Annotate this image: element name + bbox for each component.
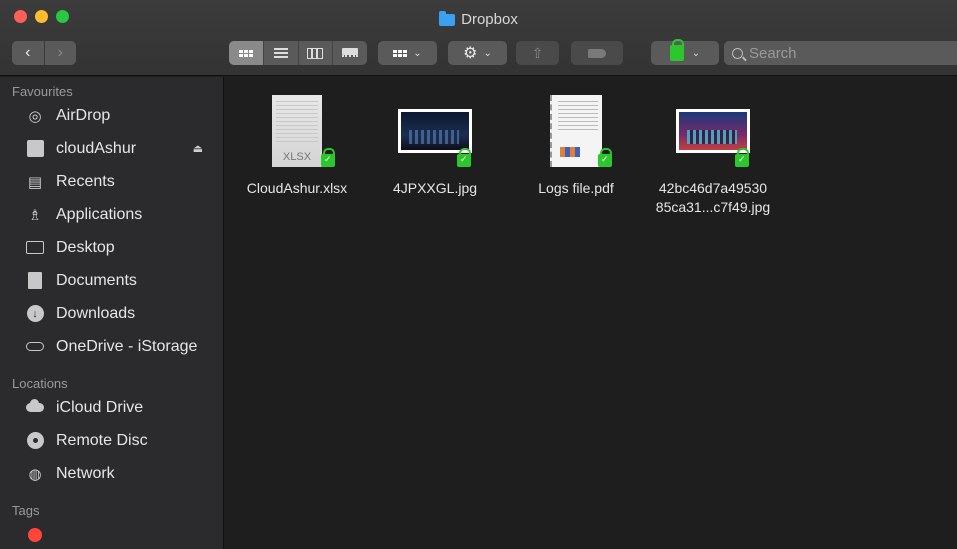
sidebar-item-recents[interactable]: ▤ Recents: [0, 165, 223, 198]
eject-icon[interactable]: ⏏: [193, 142, 203, 155]
documents-icon: [26, 272, 44, 290]
columns-icon: [307, 47, 324, 59]
city-night-photo-thumbnail: [398, 109, 472, 153]
chevron-down-icon: ⌄: [691, 47, 701, 59]
sidebar-item-label: Applications: [56, 205, 143, 223]
forward-button[interactable]: ›: [43, 41, 77, 65]
chevron-right-icon: ›: [57, 44, 63, 61]
sidebar-item-remote-disc[interactable]: Remote Disc: [0, 424, 223, 457]
sidebar-item-label: Downloads: [56, 304, 136, 322]
chevron-left-icon: ‹: [25, 44, 31, 61]
file-item-logs-file-pdf[interactable]: Logs file.pdf: [506, 87, 646, 198]
gallery-view-button[interactable]: [332, 41, 367, 65]
search-field[interactable]: [724, 41, 957, 65]
section-header-tags: Tags: [12, 503, 40, 518]
sidebar-item-applications[interactable]: ♗ Applications: [0, 198, 223, 231]
encryption-lock-button[interactable]: ⌄: [651, 39, 719, 65]
gallery-icon: [342, 47, 359, 59]
encrypted-lock-badge-icon: [321, 148, 335, 167]
sidebar-item-label: Desktop: [56, 238, 115, 256]
disc-icon: [26, 432, 44, 450]
file-thumbnail: [643, 87, 783, 175]
file-name-line2: 85ca31...c7f49.jpg: [655, 199, 771, 215]
search-icon: [732, 47, 743, 59]
list-view-button[interactable]: [262, 41, 298, 65]
file-item-cloudashur-xlsx[interactable]: XLSX CloudAshur.xlsx: [227, 87, 367, 198]
window-title: Dropbox: [0, 10, 957, 28]
city-sunset-photo-thumbnail: [676, 109, 750, 153]
section-header-locations: Locations: [12, 376, 68, 391]
file-thumbnail: XLSX: [227, 87, 367, 175]
network-icon: ◍: [28, 465, 42, 483]
icon-view-button[interactable]: [229, 41, 263, 65]
folder-icon: [439, 10, 456, 26]
file-browser: XLSX CloudAshur.xlsx 4JPXXGL.jpg Logs fi…: [225, 77, 957, 549]
file-name: CloudAshur.xlsx: [246, 180, 348, 196]
share-button[interactable]: ⇧: [516, 41, 559, 65]
column-view-button[interactable]: [297, 41, 333, 65]
encrypted-lock-badge-icon: [457, 148, 471, 167]
sidebar-item-icloud-drive[interactable]: iCloud Drive: [0, 391, 223, 424]
window-title-text: Dropbox: [461, 11, 518, 28]
grid-icon: [238, 49, 253, 57]
sidebar-item-desktop[interactable]: Desktop: [0, 231, 223, 264]
file-item-42bc46-jpg[interactable]: 42bc46d7a49530 85ca31...c7f49.jpg: [643, 87, 783, 217]
sidebar-item-label: cloudAshur: [56, 139, 137, 157]
sidebar-item-label: Remote Disc: [56, 431, 148, 449]
sidebar-item-label: OneDrive - iStorage: [56, 337, 198, 355]
airdrop-icon: ◎: [28, 107, 42, 125]
gear-icon: ⚙: [463, 45, 478, 62]
file-thumbnail: [506, 87, 646, 175]
share-icon: ⇧: [531, 44, 544, 61]
section-header-favourites: Favourites: [12, 84, 73, 99]
tag-icon: [588, 48, 606, 58]
nav-buttons: ‹ ›: [12, 41, 76, 65]
file-name-line1: 42bc46d7a49530: [658, 180, 768, 196]
sidebar-item-tag-red[interactable]: [0, 518, 223, 549]
chevron-down-icon: ⌄: [483, 47, 492, 59]
file-name: Logs file.pdf: [538, 180, 614, 196]
view-mode-group: [229, 41, 367, 65]
list-icon: [273, 48, 288, 58]
sidebar-item-airdrop[interactable]: ◎ AirDrop: [0, 99, 223, 132]
unlocked-padlock-icon: [669, 39, 684, 61]
toolbar: Dropbox ‹ › ⌄ ⚙ ⌄ ⇧ ⌄: [0, 0, 957, 76]
arrange-button[interactable]: ⌄: [378, 41, 437, 65]
sidebar-item-label: Network: [56, 464, 115, 482]
sidebar-item-documents[interactable]: Documents: [0, 264, 223, 297]
back-button[interactable]: ‹: [12, 41, 44, 65]
action-button[interactable]: ⚙ ⌄: [448, 41, 507, 65]
recents-icon: ▤: [27, 173, 43, 191]
sidebar-item-label: AirDrop: [56, 106, 111, 124]
red-tag-icon: [26, 526, 44, 544]
arrange-grid-icon: [393, 49, 408, 57]
pdf-document-icon: [550, 95, 602, 167]
sidebar-item-network[interactable]: ◍ Network: [0, 457, 223, 490]
sidebar-item-label: Documents: [56, 271, 137, 289]
search-input[interactable]: [749, 44, 949, 62]
onedrive-icon: [26, 338, 44, 356]
sidebar-item-label: iCloud Drive: [56, 398, 144, 416]
chevron-down-icon: ⌄: [413, 47, 422, 59]
sidebar-item-onedrive[interactable]: OneDrive - iStorage: [0, 330, 223, 363]
drive-icon: [26, 140, 44, 158]
file-thumbnail: [365, 87, 505, 175]
icloud-icon: [26, 399, 44, 417]
desktop-icon: [26, 239, 44, 257]
sidebar-item-cloudashur[interactable]: cloudAshur ⏏: [0, 132, 223, 165]
downloads-icon: ↓: [26, 305, 44, 323]
file-item-4jpxxgl-jpg[interactable]: 4JPXXGL.jpg: [365, 87, 505, 198]
file-name: 42bc46d7a49530 85ca31...c7f49.jpg: [643, 179, 783, 217]
spreadsheet-icon: XLSX: [272, 95, 322, 167]
sidebar: Favourites ◎ AirDrop cloudAshur ⏏ ▤ Rece…: [0, 77, 224, 549]
encrypted-lock-badge-icon: [735, 148, 749, 167]
sidebar-item-downloads[interactable]: ↓ Downloads: [0, 297, 223, 330]
sidebar-item-label: Recents: [56, 172, 115, 190]
encrypted-lock-badge-icon: [598, 148, 612, 167]
applications-icon: ♗: [28, 206, 42, 224]
tags-button[interactable]: [571, 41, 623, 65]
file-name: 4JPXXGL.jpg: [392, 180, 478, 196]
